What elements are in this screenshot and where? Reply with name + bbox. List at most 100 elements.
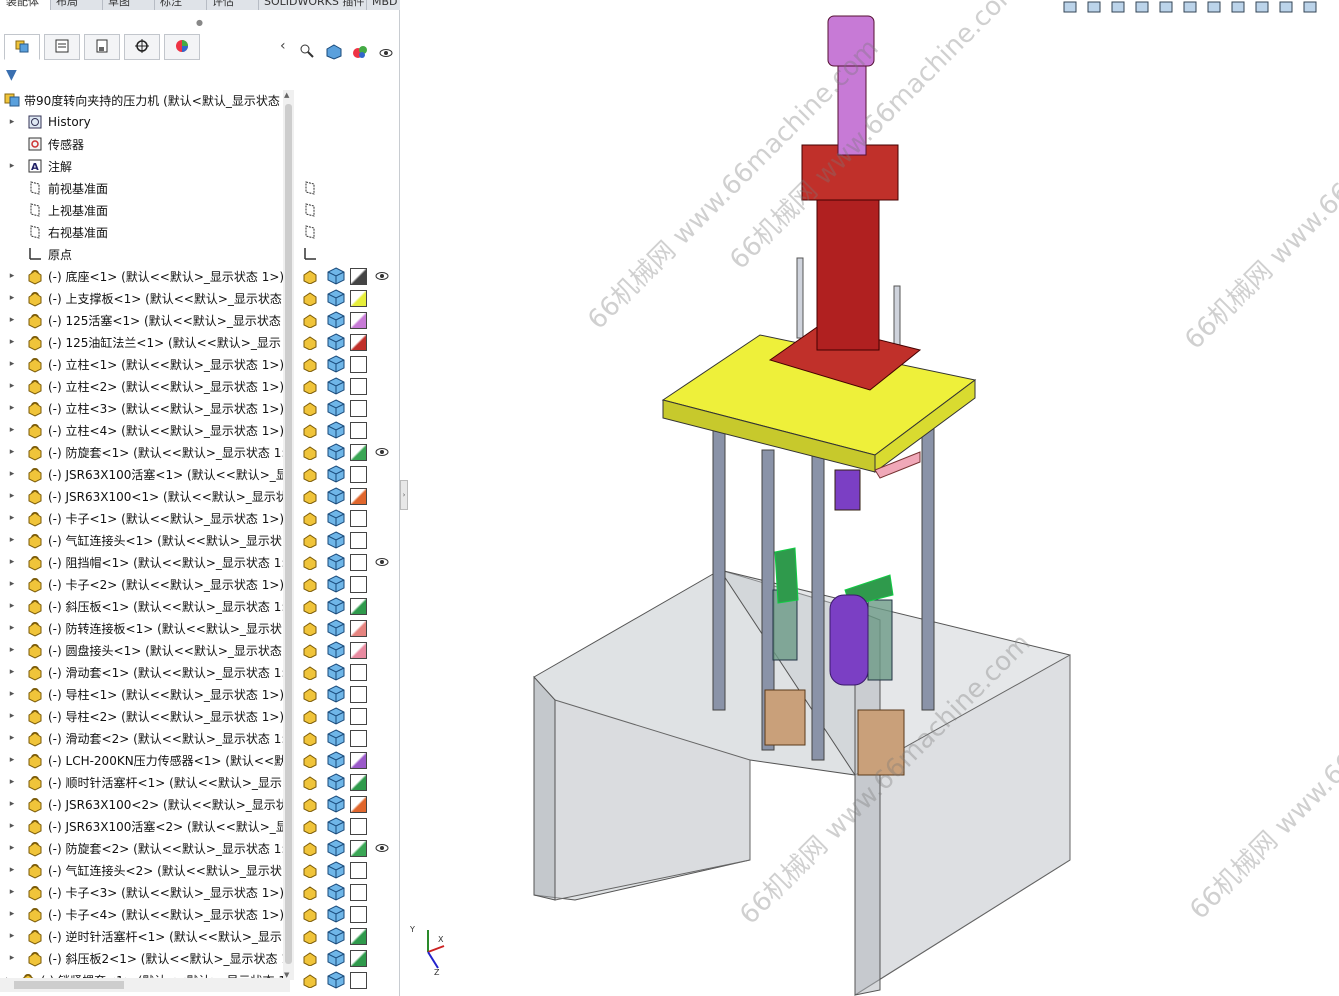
component-state-icon[interactable]: [300, 640, 320, 660]
component-state-icon[interactable]: [300, 376, 320, 396]
part-appearance-icon[interactable]: [326, 464, 346, 484]
component-row[interactable]: ▸ (-) 立柱<1> (默认<<默认>_显示状态 1>): [0, 353, 290, 375]
expand-arrow-icon[interactable]: ▸: [6, 711, 18, 721]
component-row[interactable]: ▸ (-) 顺时针活塞杆<1> (默认<<默认>_显示: [0, 771, 290, 793]
component-row[interactable]: ▸ (-) JSR63X100<1> (默认<<默认>_显示状: [0, 485, 290, 507]
color-swatch[interactable]: [348, 838, 368, 858]
component-row[interactable]: ▸ (-) 逆时针活塞杆<1> (默认<<默认>_显示: [0, 925, 290, 947]
color-swatch[interactable]: [348, 970, 368, 990]
component-state-icon[interactable]: [300, 772, 320, 792]
expand-arrow-icon[interactable]: ▸: [6, 161, 18, 171]
expand-arrow-icon[interactable]: ▸: [6, 821, 18, 831]
panel-grip-icon[interactable]: ●: [196, 18, 203, 27]
color-swatch[interactable]: [348, 574, 368, 594]
part-appearance-icon[interactable]: [326, 288, 346, 308]
color-swatch[interactable]: [348, 750, 368, 770]
visibility-icon[interactable]: [372, 552, 392, 572]
color-swatch[interactable]: [348, 926, 368, 946]
expand-arrow-icon[interactable]: ▸: [6, 315, 18, 325]
part-appearance-icon[interactable]: [326, 640, 346, 660]
part-appearance-icon[interactable]: [326, 706, 346, 726]
color-swatch[interactable]: [348, 332, 368, 352]
tree-item[interactable]: 前视基准面: [0, 177, 290, 199]
color-swatch[interactable]: [348, 794, 368, 814]
component-row[interactable]: ▸ (-) 滑动套<1> (默认<<默认>_显示状态 1:: [0, 661, 290, 683]
expand-arrow-icon[interactable]: ▸: [6, 117, 18, 127]
appearance-icon[interactable]: [352, 44, 368, 63]
part-appearance-icon[interactable]: [326, 266, 346, 286]
color-swatch[interactable]: [348, 904, 368, 924]
component-state-icon[interactable]: [300, 684, 320, 704]
expand-arrow-icon[interactable]: ▸: [6, 293, 18, 303]
color-swatch[interactable]: [348, 816, 368, 836]
part-appearance-icon[interactable]: [326, 926, 346, 946]
tree-item[interactable]: 右视基准面: [0, 221, 290, 243]
expand-arrow-icon[interactable]: ▸: [6, 667, 18, 677]
color-swatch[interactable]: [348, 508, 368, 528]
part-appearance-icon[interactable]: [326, 310, 346, 330]
expand-arrow-icon[interactable]: ▸: [6, 447, 18, 457]
expand-arrow-icon[interactable]: ▸: [6, 425, 18, 435]
part-appearance-icon[interactable]: [326, 728, 346, 748]
configurationmanager-tab[interactable]: [84, 34, 120, 60]
color-swatch[interactable]: [348, 882, 368, 902]
expand-arrow-icon[interactable]: ▸: [6, 271, 18, 281]
color-swatch[interactable]: [348, 640, 368, 660]
part-appearance-icon[interactable]: [326, 44, 342, 63]
tree-vertical-scrollbar[interactable]: ▲ ▼: [283, 90, 294, 980]
expand-arrow-icon[interactable]: ▸: [6, 469, 18, 479]
part-appearance-icon[interactable]: [326, 376, 346, 396]
expand-arrow-icon[interactable]: ▸: [6, 953, 18, 963]
part-appearance-icon[interactable]: [326, 552, 346, 572]
command-tab[interactable]: 草图: [102, 0, 155, 10]
expand-arrow-icon[interactable]: ▸: [6, 843, 18, 853]
h-scroll-thumb[interactable]: [14, 981, 124, 989]
component-state-icon[interactable]: [300, 860, 320, 880]
part-appearance-icon[interactable]: [326, 750, 346, 770]
part-appearance-icon[interactable]: [326, 970, 346, 990]
color-swatch[interactable]: [348, 728, 368, 748]
part-appearance-icon[interactable]: [326, 596, 346, 616]
component-state-icon[interactable]: [300, 816, 320, 836]
scroll-thumb[interactable]: [285, 104, 292, 964]
component-row[interactable]: ▸ (-) 防旋套<2> (默认<<默认>_显示状态 1:: [0, 837, 290, 859]
part-appearance-icon[interactable]: [326, 838, 346, 858]
component-row[interactable]: ▸ (-) 阻挡帽<1> (默认<<默认>_显示状态 1:: [0, 551, 290, 573]
expand-arrow-icon[interactable]: ▸: [6, 931, 18, 941]
expand-arrow-icon[interactable]: ▸: [6, 601, 18, 611]
expand-arrow-icon[interactable]: ▸: [6, 799, 18, 809]
component-state-icon[interactable]: [300, 662, 320, 682]
expand-arrow-icon[interactable]: ▸: [6, 733, 18, 743]
assembly-root[interactable]: 带90度转向夹持的压力机 (默认<默认_显示状态: [4, 90, 294, 110]
component-state-icon[interactable]: [300, 794, 320, 814]
command-tab[interactable]: 布局: [50, 0, 103, 10]
part-appearance-icon[interactable]: [326, 332, 346, 352]
component-row[interactable]: ▸ (-) 卡子<1> (默认<<默认>_显示状态 1>): [0, 507, 290, 529]
component-state-icon[interactable]: [300, 948, 320, 968]
component-row[interactable]: ▸ (-) JSR63X100<2> (默认<<默认>_显示状: [0, 793, 290, 815]
component-state-icon[interactable]: [300, 420, 320, 440]
component-state-icon[interactable]: [300, 706, 320, 726]
component-state-icon[interactable]: [300, 398, 320, 418]
color-swatch[interactable]: [348, 464, 368, 484]
color-swatch[interactable]: [348, 310, 368, 330]
expand-arrow-icon[interactable]: ▸: [6, 337, 18, 347]
command-tab[interactable]: 装配体: [0, 0, 51, 10]
part-appearance-icon[interactable]: [326, 816, 346, 836]
tree-item[interactable]: 上视基准面: [0, 199, 290, 221]
graphics-viewport[interactable]: 66机械网 www.66machine.com 66机械网 www.66machi…: [400, 0, 1339, 996]
color-swatch[interactable]: [348, 398, 368, 418]
expand-arrow-icon[interactable]: ▸: [6, 579, 18, 589]
component-state-icon[interactable]: [300, 970, 320, 990]
component-row[interactable]: ▸ (-) 防转连接板<1> (默认<<默认>_显示状: [0, 617, 290, 639]
component-state-icon[interactable]: [300, 904, 320, 924]
expand-arrow-icon[interactable]: ▸: [6, 403, 18, 413]
tree-horizontal-scrollbar[interactable]: [0, 978, 290, 992]
expand-arrow-icon[interactable]: ▸: [6, 887, 18, 897]
color-swatch[interactable]: [348, 420, 368, 440]
color-swatch[interactable]: [348, 706, 368, 726]
expand-arrow-icon[interactable]: ▸: [6, 491, 18, 501]
press-machine-model[interactable]: [400, 0, 1339, 996]
part-appearance-icon[interactable]: [326, 442, 346, 462]
part-appearance-icon[interactable]: [326, 794, 346, 814]
